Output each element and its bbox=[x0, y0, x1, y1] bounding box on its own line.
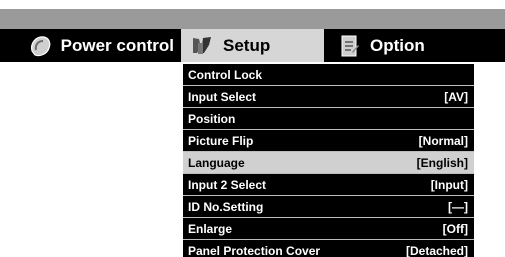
menu-item-control-lock[interactable]: Control Lock bbox=[183, 64, 474, 86]
menu-item-input-select[interactable]: Input Select [AV] bbox=[183, 86, 474, 108]
menu-item-value: [Off] bbox=[442, 221, 468, 236]
setup-menu: Control Lock Input Select [AV] Position … bbox=[183, 64, 474, 257]
menu-item-value: [Input] bbox=[430, 177, 468, 192]
menu-item-label: Language bbox=[188, 155, 245, 170]
menu-item-label: Picture Flip bbox=[188, 133, 254, 148]
menu-item-position[interactable]: Position bbox=[183, 108, 474, 130]
menu-item-label: ID No.Setting bbox=[188, 199, 264, 214]
power-icon bbox=[27, 33, 53, 59]
top-strip bbox=[0, 9, 505, 29]
menu-item-picture-flip[interactable]: Picture Flip [Normal] bbox=[183, 130, 474, 152]
menu-item-value: [AV] bbox=[444, 89, 468, 104]
tab-power-control[interactable]: Power control bbox=[0, 29, 180, 62]
menu-item-value: [Normal] bbox=[418, 133, 468, 148]
menu-item-value: [English] bbox=[416, 155, 468, 170]
menu-item-label: Panel Protection Cover bbox=[188, 243, 321, 257]
wrench-icon bbox=[189, 33, 215, 59]
tab-bar: Power control Setup Option bbox=[0, 29, 505, 62]
menu-item-label: Position bbox=[188, 111, 236, 126]
menu-item-label: Enlarge bbox=[188, 221, 233, 236]
menu-item-enlarge[interactable]: Enlarge [Off] bbox=[183, 218, 474, 240]
menu-item-panel-protection-cover[interactable]: Panel Protection Cover [Detached] bbox=[183, 240, 474, 257]
tab-option[interactable]: Option bbox=[328, 29, 505, 62]
menu-item-value: [Detached] bbox=[405, 243, 468, 257]
menu-item-language[interactable]: Language [English] bbox=[183, 152, 474, 174]
menu-item-id-no-setting[interactable]: ID No.Setting [—] bbox=[183, 196, 474, 218]
menu-item-label: Control Lock bbox=[188, 67, 262, 82]
menu-item-label: Input 2 Select bbox=[188, 177, 267, 192]
notepad-icon bbox=[336, 33, 362, 59]
menu-item-input-2-select[interactable]: Input 2 Select [Input] bbox=[183, 174, 474, 196]
tab-option-label: Option bbox=[370, 35, 425, 55]
menu-item-value: [—] bbox=[448, 199, 468, 214]
tab-power-control-label: Power control bbox=[60, 35, 174, 55]
tab-setup[interactable]: Setup bbox=[181, 29, 324, 62]
tab-setup-label: Setup bbox=[223, 35, 271, 55]
menu-item-label: Input Select bbox=[188, 89, 257, 104]
